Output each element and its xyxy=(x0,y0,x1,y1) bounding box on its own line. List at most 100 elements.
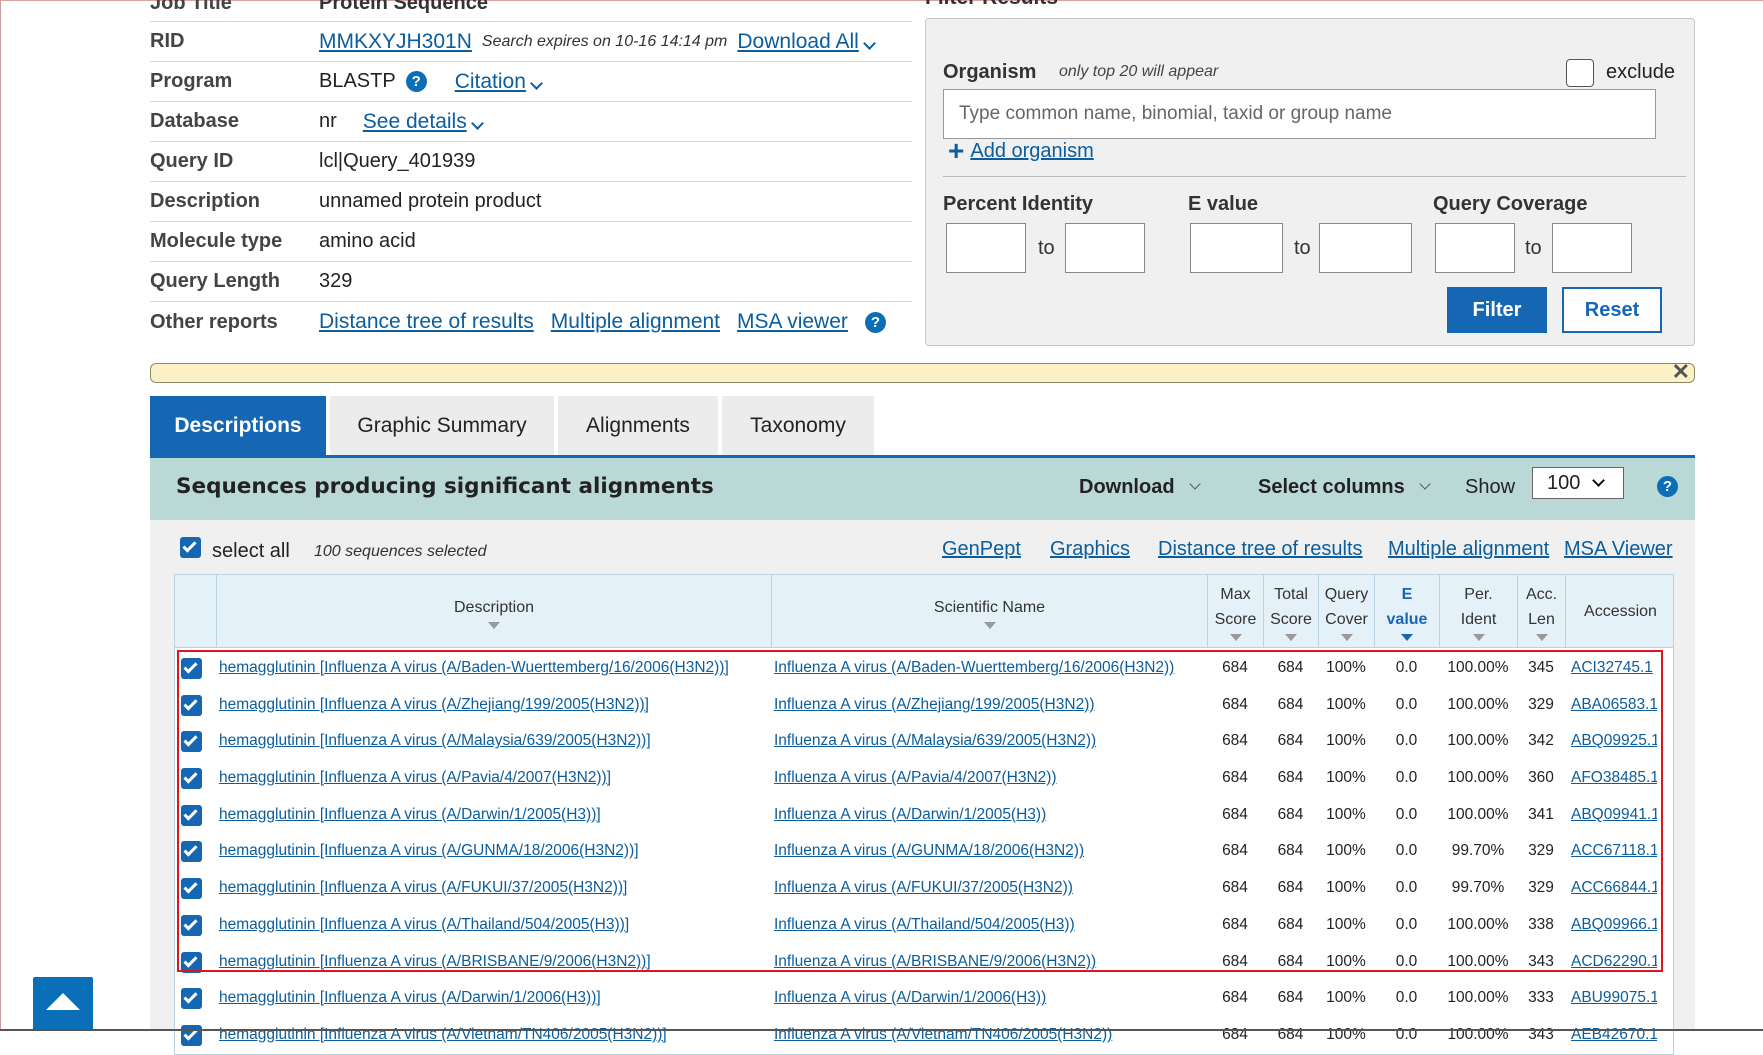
description-link[interactable]: hemagglutinin [Influenza A virus (A/Mala… xyxy=(219,732,769,750)
download-dropdown[interactable]: Download xyxy=(1079,476,1201,499)
row-checkbox[interactable] xyxy=(181,658,202,679)
query-coverage-min-input[interactable] xyxy=(1435,223,1515,273)
col-e-value-label[interactable]: E xyxy=(1402,582,1413,607)
row-checkbox[interactable] xyxy=(181,731,202,753)
exclude-checkbox[interactable] xyxy=(1566,59,1594,87)
col-accession-label[interactable]: Accession xyxy=(1584,599,1657,624)
select-columns-dropdown[interactable]: Select columns xyxy=(1258,476,1431,499)
select-all-checkbox[interactable] xyxy=(180,537,201,558)
accession-link[interactable]: ACI32745.1 xyxy=(1571,659,1657,677)
multiple-alignment-link[interactable]: Multiple alignment xyxy=(551,310,720,334)
scroll-to-top-button[interactable] xyxy=(33,977,93,1031)
scientific-name-link[interactable]: Influenza A virus (A/Darwin/1/2006(H3)) xyxy=(774,989,1204,1007)
col-per-ident-label[interactable]: Ident xyxy=(1461,607,1497,632)
scientific-name-link[interactable]: Influenza A virus (A/Zhejiang/199/2005(H… xyxy=(774,696,1204,714)
description-link[interactable]: hemagglutinin [Influenza A virus (A/FUKU… xyxy=(219,879,769,897)
col-query-cover-label[interactable]: Query xyxy=(1325,582,1369,607)
help-icon[interactable]: ? xyxy=(864,311,886,333)
accession-link[interactable]: ABQ09966.1 xyxy=(1571,916,1657,934)
col-total-score[interactable]: Total Score xyxy=(1263,575,1318,648)
scientific-name-link[interactable]: Influenza A virus (A/Malaysia/639/2005(H… xyxy=(774,732,1204,750)
description-link[interactable]: hemagglutinin [Influenza A virus (A/Darw… xyxy=(219,806,769,824)
add-organism-link[interactable]: + Add organism xyxy=(948,137,1094,165)
col-e-value-label[interactable]: value xyxy=(1387,607,1428,632)
citation-link[interactable]: Citation xyxy=(455,70,543,94)
col-acc-len-label[interactable]: Acc. xyxy=(1526,582,1557,607)
rid-link[interactable]: MMKXYJH301N xyxy=(319,30,472,54)
col-max-score-label[interactable]: Score xyxy=(1215,607,1257,632)
accession-link[interactable]: ACD62290.1 xyxy=(1571,953,1657,971)
msa-viewer-link[interactable]: MSA viewer xyxy=(737,310,848,334)
scientific-name-link[interactable]: Influenza A virus (A/Pavia/4/2007(H3N2)) xyxy=(774,769,1204,787)
col-scientific-name[interactable]: Scientific Name xyxy=(771,575,1207,648)
scientific-name-link[interactable]: Influenza A virus (A/Thailand/504/2005(H… xyxy=(774,916,1204,934)
description-link[interactable]: hemagglutinin [Influenza A virus (A/GUNM… xyxy=(219,842,769,860)
e-value-max-input[interactable] xyxy=(1319,223,1412,273)
description-link[interactable]: hemagglutinin [Influenza A virus (A/BRIS… xyxy=(219,953,769,971)
query-coverage-max-input[interactable] xyxy=(1552,223,1632,273)
col-max-score-label[interactable]: Max xyxy=(1220,582,1250,607)
accession-link[interactable]: ACC66844.1 xyxy=(1571,879,1657,897)
scientific-name-link[interactable]: Influenza A virus (A/FUKUI/37/2005(H3N2)… xyxy=(774,879,1204,897)
help-icon[interactable]: ? xyxy=(405,71,427,92)
graphics-link[interactable]: Graphics xyxy=(1050,538,1130,561)
col-query-cover[interactable]: Query Cover xyxy=(1318,575,1374,648)
show-count-value[interactable]: 100 xyxy=(1547,472,1580,495)
row-checkbox[interactable] xyxy=(181,694,202,716)
scientific-name-link[interactable]: Influenza A virus (A/BRISBANE/9/2006(H3N… xyxy=(774,953,1204,971)
download-all-link[interactable]: Download All xyxy=(737,30,876,54)
row-checkbox[interactable] xyxy=(181,988,202,1010)
col-per-ident-label[interactable]: Per. xyxy=(1464,582,1492,607)
col-query-cover-label[interactable]: Cover xyxy=(1325,607,1368,632)
col-per-ident[interactable]: Per. Ident xyxy=(1439,575,1517,648)
description-link[interactable]: hemagglutinin [Influenza A virus (A/Bade… xyxy=(219,659,769,677)
row-checkbox[interactable] xyxy=(181,951,202,973)
accession-link[interactable]: ABQ09941.1 xyxy=(1571,806,1657,824)
col-total-score-label[interactable]: Score xyxy=(1270,607,1312,632)
tab-alignments[interactable]: Alignments xyxy=(558,396,718,456)
filter-button[interactable]: Filter xyxy=(1447,287,1547,333)
row-checkbox[interactable] xyxy=(181,841,202,863)
scientific-name-link[interactable]: Influenza A virus (A/GUNMA/18/2006(H3N2)… xyxy=(774,842,1204,860)
see-details-link[interactable]: See details xyxy=(363,110,484,134)
tab-descriptions[interactable]: Descriptions xyxy=(150,396,326,456)
col-description[interactable]: Description xyxy=(216,575,771,648)
accession-link[interactable]: ABU99075.1 xyxy=(1571,989,1657,1007)
description-link[interactable]: hemagglutinin [Influenza A virus (A/Thai… xyxy=(219,916,769,934)
row-checkbox[interactable] xyxy=(181,768,202,790)
accession-link[interactable]: ABQ09925.1 xyxy=(1571,732,1657,750)
multiple-alignment-link[interactable]: Multiple alignment xyxy=(1388,538,1549,561)
distance-tree-link[interactable]: Distance tree of results xyxy=(1158,538,1363,561)
distance-tree-link[interactable]: Distance tree of results xyxy=(319,310,534,334)
row-checkbox[interactable] xyxy=(181,804,202,826)
citation-label[interactable]: Citation xyxy=(455,70,526,93)
row-checkbox[interactable] xyxy=(181,914,202,936)
organism-input[interactable]: Type common name, binomial, taxid or gro… xyxy=(943,89,1656,139)
accession-link[interactable]: ACC67118.1 xyxy=(1571,842,1657,860)
genpept-link[interactable]: GenPept xyxy=(942,538,1021,561)
close-icon[interactable]: ✕ xyxy=(1672,359,1690,385)
tab-taxonomy[interactable]: Taxonomy xyxy=(722,396,874,456)
tab-graphic-summary[interactable]: Graphic Summary xyxy=(330,396,554,456)
col-acc-len[interactable]: Acc. Len xyxy=(1517,575,1565,648)
download-all-label[interactable]: Download All xyxy=(737,30,858,53)
col-scientific-name-label[interactable]: Scientific Name xyxy=(934,595,1045,620)
show-count-select[interactable]: 100 xyxy=(1532,467,1624,499)
percent-identity-min-input[interactable] xyxy=(946,223,1026,273)
col-acc-len-label[interactable]: Len xyxy=(1528,607,1555,632)
see-details-label[interactable]: See details xyxy=(363,110,467,133)
percent-identity-max-input[interactable] xyxy=(1065,223,1145,273)
col-max-score[interactable]: Max Score xyxy=(1207,575,1263,648)
description-link[interactable]: hemagglutinin [Influenza A virus (A/Pavi… xyxy=(219,769,769,787)
accession-link[interactable]: ABA06583.1 xyxy=(1571,696,1657,714)
select-columns-label[interactable]: Select columns xyxy=(1258,476,1405,499)
col-accession[interactable]: Accession xyxy=(1565,575,1675,648)
e-value-min-input[interactable] xyxy=(1190,223,1283,273)
col-e-value[interactable]: Evalue xyxy=(1374,575,1439,648)
col-total-score-label[interactable]: Total xyxy=(1274,582,1308,607)
help-icon[interactable]: ? xyxy=(1657,476,1678,497)
msa-viewer-link[interactable]: MSA Viewer xyxy=(1564,538,1673,561)
row-checkbox[interactable] xyxy=(181,878,202,900)
scientific-name-link[interactable]: Influenza A virus (A/Baden-Wuerttemberg/… xyxy=(774,659,1204,677)
description-link[interactable]: hemagglutinin [Influenza A virus (A/Zhej… xyxy=(219,696,769,714)
